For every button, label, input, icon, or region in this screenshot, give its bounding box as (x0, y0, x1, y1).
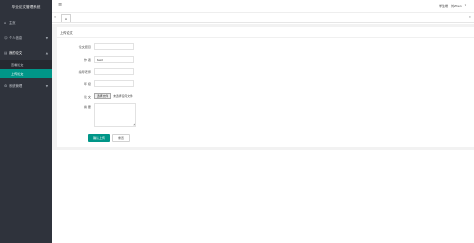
sidebar-item-label: 个人信息 (9, 36, 23, 40)
file-status-text: 未选择任何文件 (113, 94, 133, 98)
field-label: 论文题目 (78, 45, 91, 49)
advisor-input[interactable] (94, 68, 134, 75)
sidebar: 毕业论文管理系统 ⌂ 主页 ☺ 个人信息 ▼ ▤ 我的论文 ▲ 查看论文 上传论… (0, 0, 52, 243)
thesis-title-input[interactable] (94, 43, 134, 50)
reset-button[interactable]: 重置 (112, 134, 130, 142)
upload-form-card: 上传论文 论文题目 作 者 test 指导老师 年 级 论 文 选择文件 未选择… (57, 27, 474, 147)
main-content: 上传论文 论文题目 作 者 test 指导老师 年 级 论 文 选择文件 未选择… (52, 24, 474, 150)
user-name: 刘Zhen (450, 4, 462, 8)
divider (57, 37, 474, 38)
author-input[interactable]: test (94, 56, 134, 63)
abstract-textarea[interactable]: ◢ (94, 103, 136, 127)
app-title: 毕业论文管理系统 (11, 5, 41, 9)
sidebar-subitem-upload-thesis[interactable]: 上传论文 (0, 69, 52, 78)
sidebar-item-label: 系统管理 (9, 84, 23, 88)
hamburger-icon[interactable]: ≡ (58, 3, 62, 8)
home-icon: ⌂ (64, 16, 68, 21)
form-row-title: 论文题目 (65, 43, 134, 50)
field-label: 指导老师 (78, 70, 91, 74)
confirm-upload-button[interactable]: 确认上传 (88, 134, 110, 142)
user-menu[interactable]: 学生端 刘Zhen ▾ (439, 4, 466, 8)
sidebar-item-profile[interactable]: ☺ 个人信息 ▼ (0, 30, 52, 45)
form-row-abstract: 摘 要 ◢ (65, 103, 136, 127)
tab-bar: « ⌂ » (52, 13, 474, 23)
sidebar-item-my-thesis[interactable]: ▤ 我的论文 ▲ (0, 45, 52, 60)
form-title: 上传论文 (60, 31, 73, 35)
chevron-right-icon[interactable]: » (469, 15, 471, 19)
sidebar-item-system-admin[interactable]: ⚙ 系统管理 ▼ (0, 78, 52, 93)
field-label: 作 者 (83, 58, 91, 62)
tab-home[interactable]: ⌂ (61, 14, 71, 22)
chevron-left-icon[interactable]: « (54, 15, 56, 19)
field-label: 年 级 (83, 82, 91, 86)
resize-grip-icon[interactable]: ◢ (133, 123, 135, 126)
form-row-advisor: 指导老师 (65, 68, 134, 75)
caret-down-icon: ▼ (45, 35, 48, 40)
grade-input[interactable] (94, 80, 134, 87)
sidebar-item-home[interactable]: ⌂ 主页 (0, 15, 52, 30)
choose-file-button[interactable]: 选择文件 (94, 93, 112, 99)
sidebar-item-label: 主页 (9, 21, 16, 25)
caret-up-icon: ▲ (45, 50, 48, 55)
user-role: 学生端 (438, 4, 448, 8)
sidebar-item-label: 我的论文 (9, 51, 23, 55)
form-row-author: 作 者 test (65, 56, 134, 63)
chevron-down-icon: ▾ (464, 4, 466, 7)
top-header: ≡ 学生端 刘Zhen ▾ (52, 0, 474, 13)
caret-down-icon: ▼ (45, 83, 48, 88)
field-label: 论 文 (83, 94, 91, 99)
field-label: 摘 要 (83, 105, 91, 109)
form-row-grade: 年 级 (65, 80, 134, 87)
form-row-file: 论 文 选择文件 未选择任何文件 (65, 93, 133, 99)
sidebar-subitem-view-thesis[interactable]: 查看论文 (0, 60, 52, 69)
